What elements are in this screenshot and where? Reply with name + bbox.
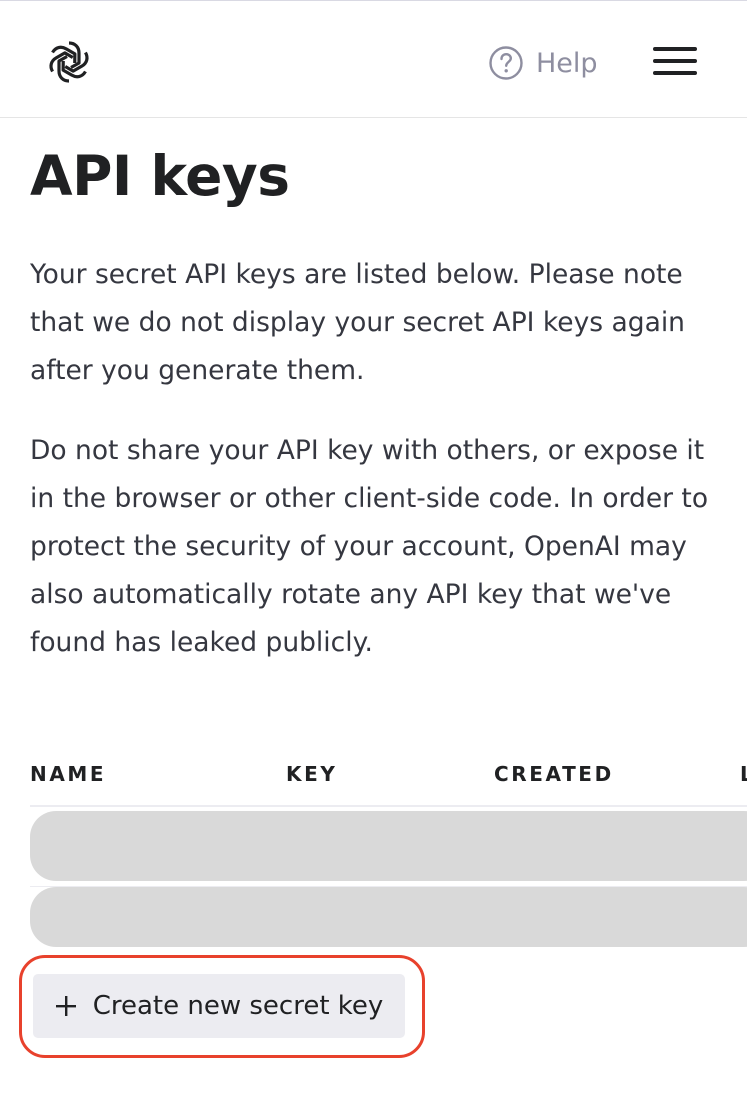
plus-icon [55,996,76,1016]
column-header-last-used: L [740,762,747,786]
create-new-secret-key-button[interactable]: Create new secret key [33,974,405,1038]
page-title: API keys [30,144,290,208]
help-label: Help [536,47,598,79]
table-header-divider [30,805,747,807]
create-button-label: Create new secret key [92,991,384,1021]
loading-row-placeholder [30,887,747,947]
question-circle-icon [489,46,523,80]
hamburger-menu-icon[interactable] [652,45,698,77]
column-header-created: CREATED [494,762,614,786]
security-warning-paragraph: Do not share your API key with others, o… [30,435,709,658]
column-header-name: NAME [30,762,107,786]
loading-row-placeholder [30,811,747,881]
help-link[interactable]: Help [488,43,598,83]
column-header-key: KEY [286,762,338,786]
openai-logo-icon[interactable] [44,37,94,87]
description-paragraph: Your secret API keys are listed below. P… [30,259,685,386]
keys-table-header: NAME KEY CREATED L [30,756,747,792]
top-header: Help [0,1,747,118]
